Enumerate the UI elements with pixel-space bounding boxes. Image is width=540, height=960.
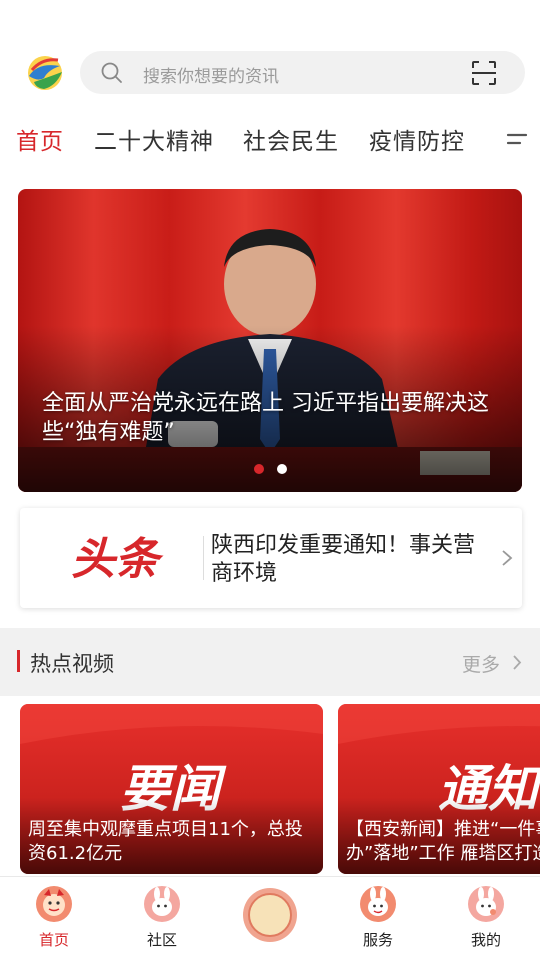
bottom-nav: 首页 社区 服务 我的	[0, 876, 540, 960]
tab-home[interactable]: 首页	[16, 122, 64, 156]
service-icon	[360, 886, 396, 922]
scan-icon[interactable]	[471, 60, 497, 86]
nav-label: 社区	[146, 931, 177, 949]
app-screen: 搜索你想要的资讯 首页 二十大精神 社会民生 疫情防控 全面从严治党永远在路上 …	[0, 0, 540, 960]
news-banner[interactable]: 全面从严治党永远在路上 习近平指出要解决这些“独有难题”	[18, 189, 522, 492]
video-title: 周至集中观摩重点项目11个，总投资61.2亿元	[28, 819, 303, 864]
nav-label: 服务	[362, 931, 393, 949]
menu-icon[interactable]	[506, 128, 528, 150]
headline-text: 陕西印发重要通知！事关营商环境	[211, 533, 476, 586]
search-placeholder: 搜索你想要的资讯	[143, 67, 279, 87]
header: 搜索你想要的资讯	[0, 50, 540, 96]
video-carousel: 要闻 周至集中观摩重点项目11个，总投资61.2亿元	[0, 704, 540, 874]
nav-home[interactable]: 首页	[9, 885, 99, 950]
tab-epidemic-control[interactable]: 疫情防控	[369, 122, 465, 156]
nav-label: 首页	[38, 931, 69, 949]
headline-badge-text: 头条	[71, 534, 164, 584]
chevron-right-icon	[502, 550, 513, 566]
center-icon[interactable]	[242, 887, 298, 943]
video-title: 【西安新闻】推进“一件事一次办”落地”工作 雁塔区打造	[346, 819, 540, 864]
search-icon	[101, 62, 122, 83]
profile-icon	[468, 886, 504, 922]
headline-card[interactable]: 头条 陕西印发重要通知！事关营商环境	[20, 508, 522, 608]
section-title: 热点视频	[30, 652, 114, 676]
community-icon	[144, 886, 180, 922]
tab-social-livelihood[interactable]: 社会民生	[243, 122, 339, 156]
section-accent-bar	[17, 650, 20, 672]
hot-videos-header: 热点视频 更多	[0, 628, 540, 696]
headline-badge: 头条	[30, 532, 200, 584]
chevron-right-icon	[513, 655, 522, 670]
divider	[203, 536, 204, 580]
more-link[interactable]: 更多	[462, 650, 500, 677]
category-tabs: 首页 二十大精神 社会民生 疫情防控	[0, 118, 540, 164]
pagination-dot	[277, 464, 287, 474]
video-card[interactable]: 要闻 周至集中观摩重点项目11个，总投资61.2亿元	[20, 704, 323, 874]
tab-twentieth-congress[interactable]: 二十大精神	[94, 122, 214, 156]
banner-title: 全面从严治党永远在路上 习近平指出要解决这些“独有难题”	[42, 391, 489, 445]
nav-service[interactable]: 服务	[333, 885, 423, 950]
search-bar[interactable]: 搜索你想要的资讯	[80, 51, 525, 94]
nav-community[interactable]: 社区	[117, 885, 207, 950]
home-icon	[36, 886, 72, 922]
pagination-dot-active	[254, 464, 264, 474]
nav-profile[interactable]: 我的	[441, 885, 531, 950]
app-logo	[28, 56, 62, 90]
nav-label: 我的	[470, 931, 501, 949]
video-card[interactable]: 通知 【西安新闻】推进“一件事一次办”落地”工作 雁塔区打造	[338, 704, 540, 874]
